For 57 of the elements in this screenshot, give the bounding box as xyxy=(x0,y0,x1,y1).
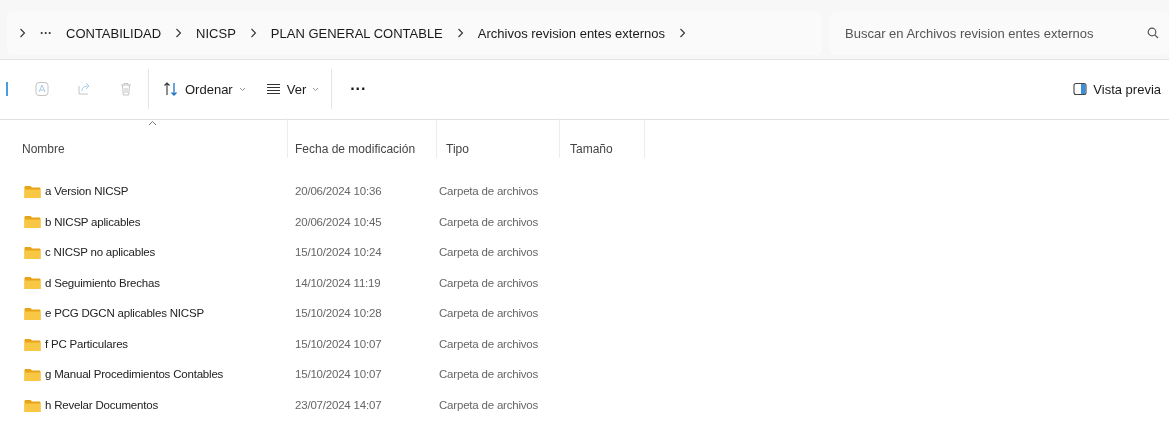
table-cell-text: 20/06/2024 10:36 xyxy=(294,183,383,199)
table-cell-text: Carpeta de archivos xyxy=(439,275,539,291)
column-header[interactable]: Tipo xyxy=(446,140,469,159)
table-cell-text: 15/10/2024 10:07 xyxy=(294,336,383,352)
overflow-button[interactable]: ··· xyxy=(40,24,52,43)
list-icon xyxy=(265,83,281,96)
search-icon xyxy=(1147,27,1159,40)
folder-icon xyxy=(24,368,41,383)
table-cell-text: Carpeta de archivos xyxy=(439,398,539,414)
file-name[interactable]: e PCG DGCN aplicables NICSP xyxy=(45,305,204,323)
table-cell-text: 15/10/2024 10:28 xyxy=(294,306,383,322)
table-cell-text: Carpeta de archivos xyxy=(439,367,539,383)
caret-icon xyxy=(238,86,246,92)
folder-icon xyxy=(24,398,41,413)
sort-caret-icon xyxy=(148,120,157,127)
table-cell-text: 14/10/2024 11:19 xyxy=(294,275,382,291)
file-name[interactable]: f PC Particulares xyxy=(45,335,128,354)
table-cell-text: Carpeta de archivos xyxy=(439,183,539,199)
breadcrumb-item[interactable]: CONTABILIDAD xyxy=(66,23,162,44)
chevron-icon[interactable] xyxy=(175,28,183,39)
table-cell-text: Carpeta de archivos xyxy=(439,214,539,230)
file-name[interactable]: h Revelar Documentos xyxy=(45,397,158,415)
table-cell-text: 23/07/2024 14:07 xyxy=(294,398,383,414)
table-cell-text: Carpeta de archivos xyxy=(439,306,539,322)
file-name[interactable]: d Seguimiento Brechas xyxy=(45,274,160,292)
chevron-icon[interactable] xyxy=(249,28,257,39)
folder-icon xyxy=(24,276,41,291)
sort-button[interactable]: Ordenar xyxy=(163,79,246,100)
table-cell-text: 20/06/2024 10:45 xyxy=(294,214,383,230)
column-header[interactable]: Nombre xyxy=(22,140,65,159)
folder-icon xyxy=(24,245,41,260)
preview-button[interactable]: Vista previa xyxy=(1073,79,1161,100)
file-name[interactable]: c NICSP no aplicables xyxy=(45,244,155,262)
table-cell-text: Carpeta de archivos xyxy=(439,336,539,352)
folder-icon xyxy=(24,184,41,199)
breadcrumb-item[interactable]: Archivos revision entes externos xyxy=(477,23,665,44)
file-name[interactable]: g Manual Procedimientos Contables xyxy=(45,366,224,384)
file-name[interactable]: a Version NICSP xyxy=(45,182,129,201)
column-header[interactable]: Fecha de modificación xyxy=(295,140,416,159)
view-button[interactable]: Ver xyxy=(265,79,320,100)
breadcrumb-item[interactable]: PLAN GENERAL CONTABLE xyxy=(270,23,443,44)
table-cell-text: 15/10/2024 10:24 xyxy=(294,245,383,261)
file-name[interactable]: b NICSP aplicables xyxy=(45,213,141,231)
preview-pane-icon xyxy=(1073,82,1088,97)
sort-icon xyxy=(163,81,179,98)
caret-icon xyxy=(312,86,320,92)
chevron-icon[interactable] xyxy=(678,28,686,39)
chevron-icon[interactable] xyxy=(456,28,464,39)
more-button[interactable]: ··· xyxy=(346,77,371,102)
folder-icon xyxy=(24,306,41,321)
folder-icon xyxy=(24,337,41,352)
breadcrumb-item[interactable]: NICSP xyxy=(196,23,236,44)
table-cell-text: Carpeta de archivos xyxy=(439,245,539,261)
table-cell-text: 15/10/2024 10:07 xyxy=(294,367,383,383)
chevron-icon[interactable] xyxy=(19,28,26,39)
folder-icon xyxy=(24,215,41,230)
column-header[interactable]: Tamaño xyxy=(570,140,613,159)
